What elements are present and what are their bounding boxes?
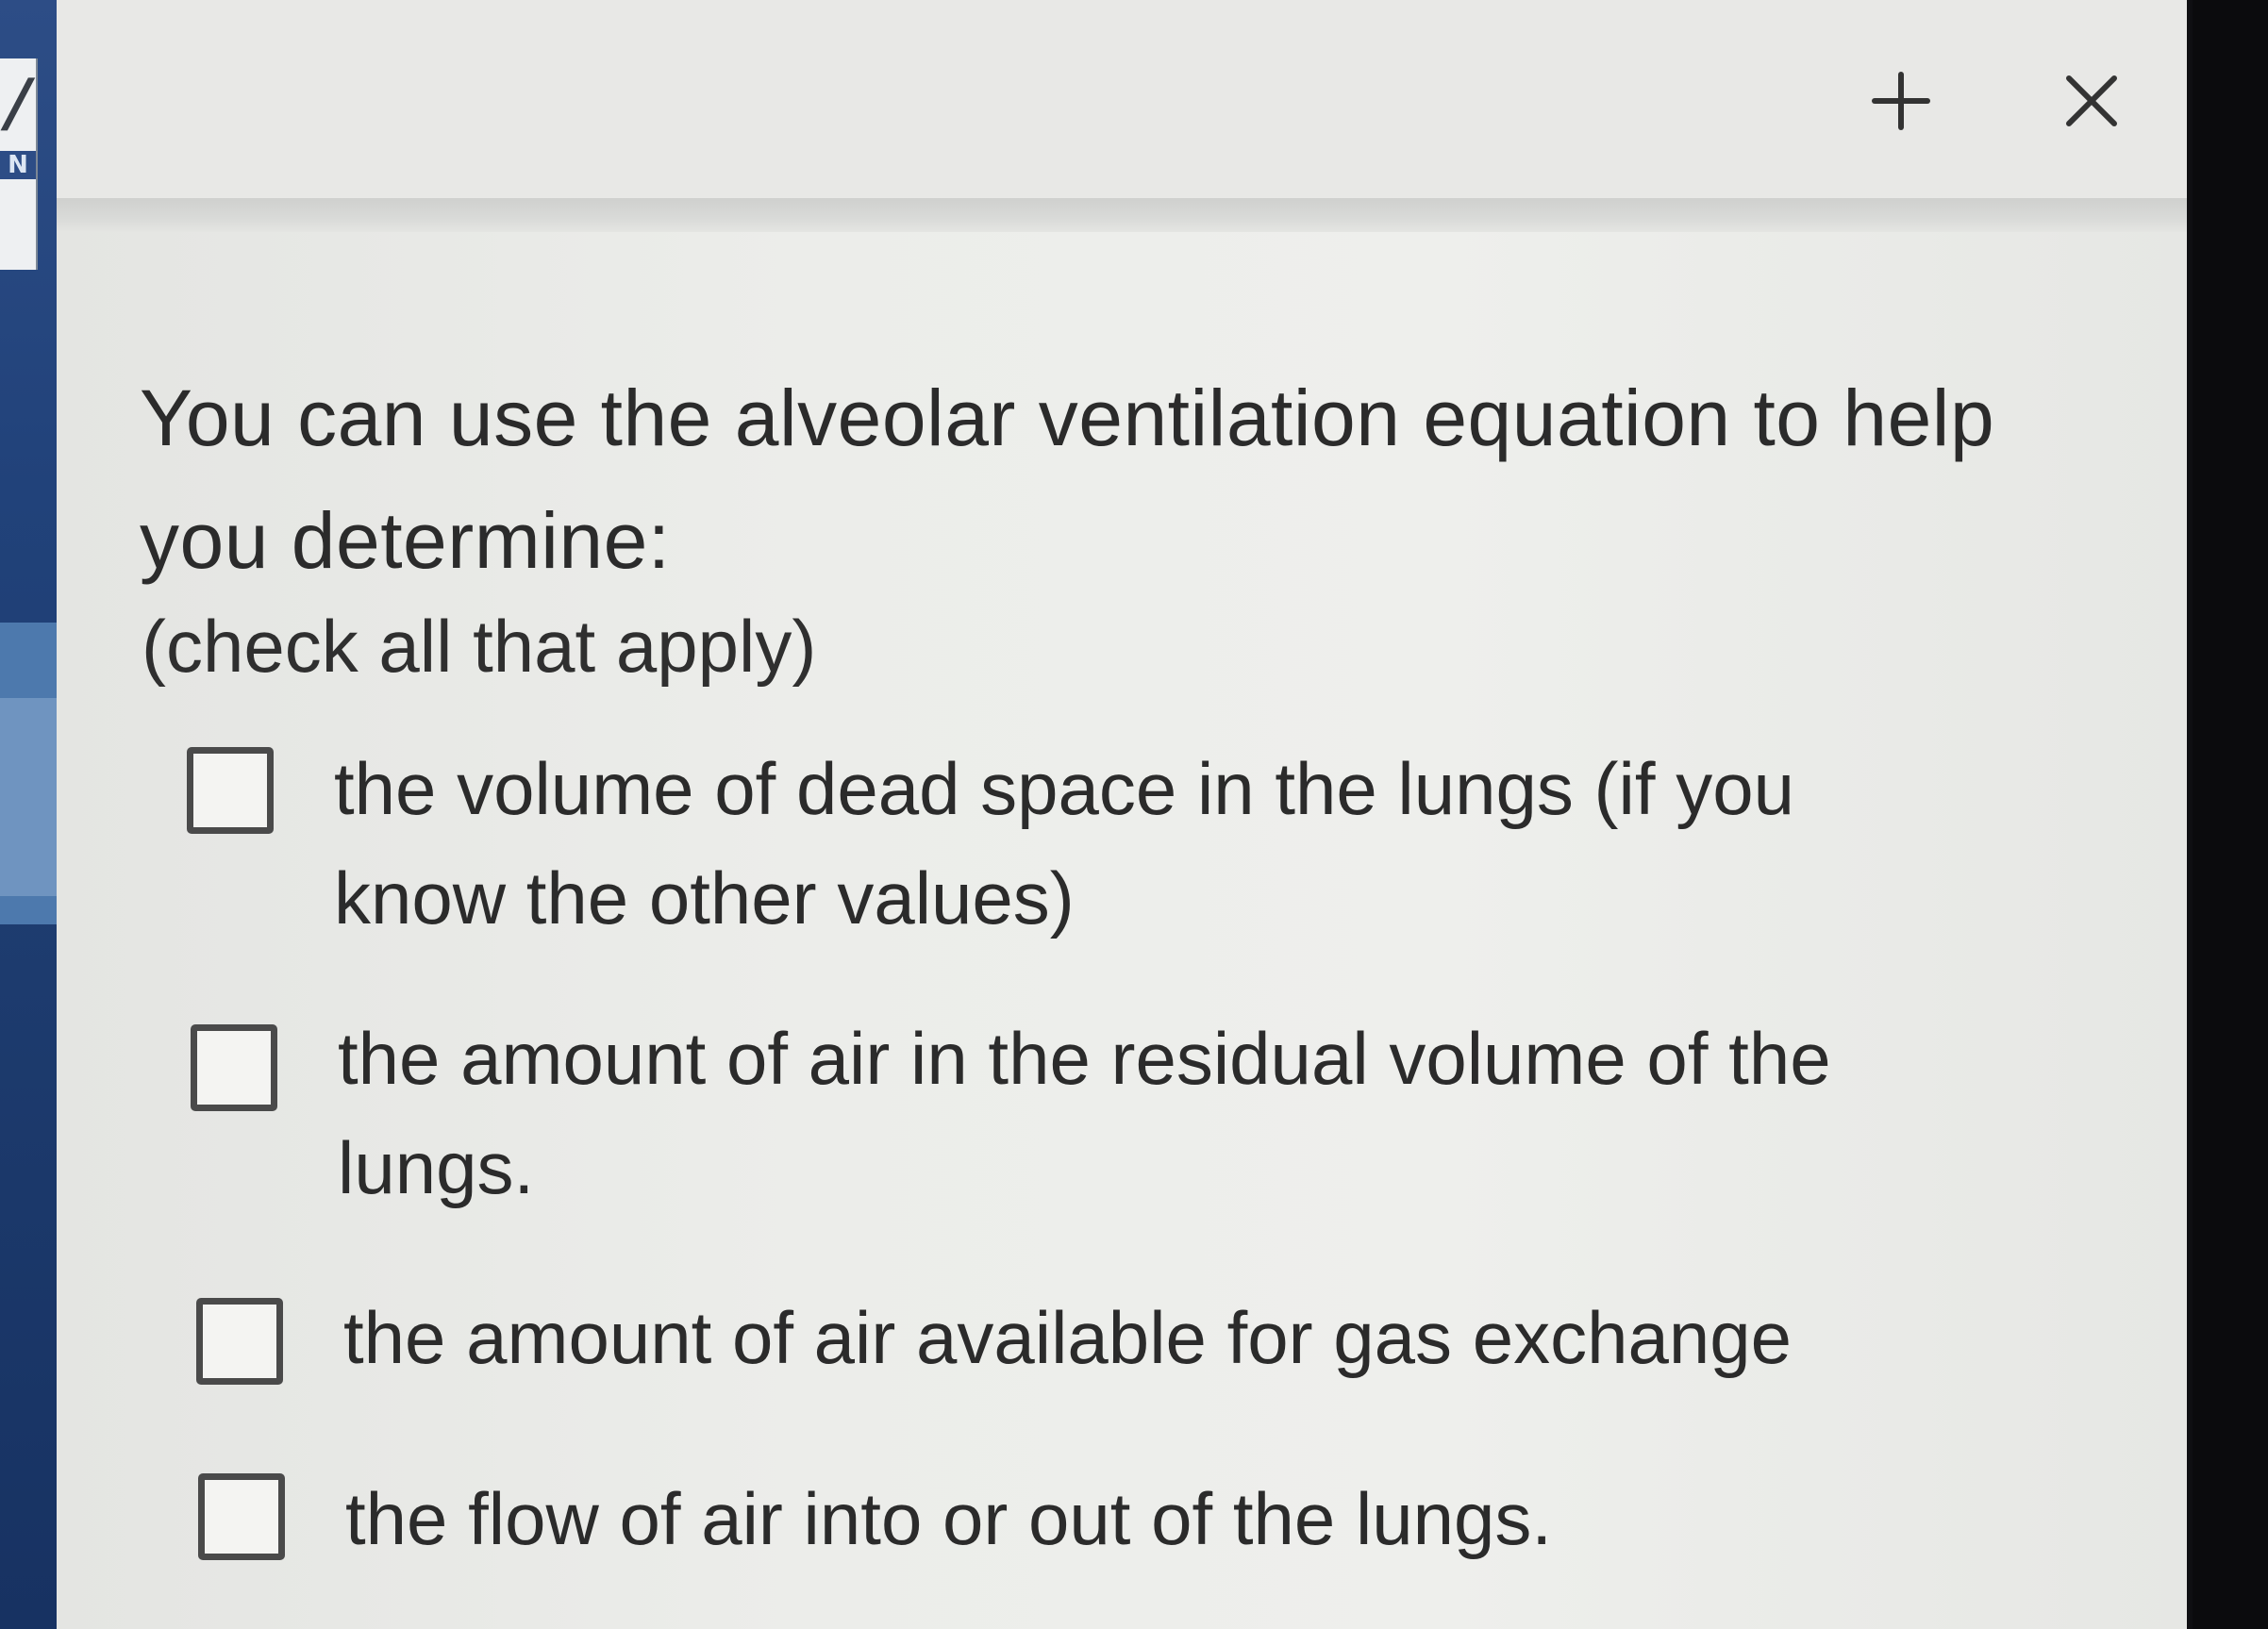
option-checkbox[interactable] — [187, 747, 274, 834]
question-text: You can use the alveolar ventilation equ… — [140, 374, 1995, 585]
logo-mark: / — [0, 66, 38, 141]
option-gas-exchange[interactable]: the amount of air available for gas exch… — [196, 1283, 1947, 1392]
option-checkbox[interactable] — [198, 1473, 285, 1560]
plus-icon — [1872, 72, 1930, 130]
close-button[interactable] — [2040, 49, 2143, 153]
option-label: the amount of air available for gas exch… — [343, 1296, 1792, 1379]
screen-bezel — [2193, 0, 2268, 1629]
header-divider — [57, 198, 2187, 232]
question-panel: You can use the alveolar ventilation equ… — [57, 0, 2187, 1629]
close-icon — [2066, 75, 2117, 126]
question-instruction: (check all that apply) — [142, 605, 817, 688]
option-air-flow[interactable]: the flow of air into or out of the lungs… — [198, 1464, 1949, 1573]
logo-tag: N — [0, 151, 36, 179]
add-button[interactable] — [1849, 49, 1953, 153]
sidebar-band-highlight — [0, 698, 62, 896]
option-label: the amount of air in the residual volume… — [338, 1017, 1831, 1209]
screen: / N You can use the alveolar ventilation… — [0, 0, 2268, 1629]
option-residual-volume[interactable]: the amount of air in the residual volume… — [191, 1004, 1942, 1222]
option-dead-space[interactable]: the volume of dead space in the lungs (i… — [187, 734, 1938, 953]
option-label: the flow of air into or out of the lungs… — [345, 1477, 1553, 1560]
option-checkbox[interactable] — [196, 1298, 283, 1385]
app-logo: / N — [0, 58, 38, 270]
option-label: the volume of dead space in the lungs (i… — [334, 747, 1794, 939]
panel-header — [57, 0, 2187, 200]
option-checkbox[interactable] — [191, 1024, 277, 1111]
